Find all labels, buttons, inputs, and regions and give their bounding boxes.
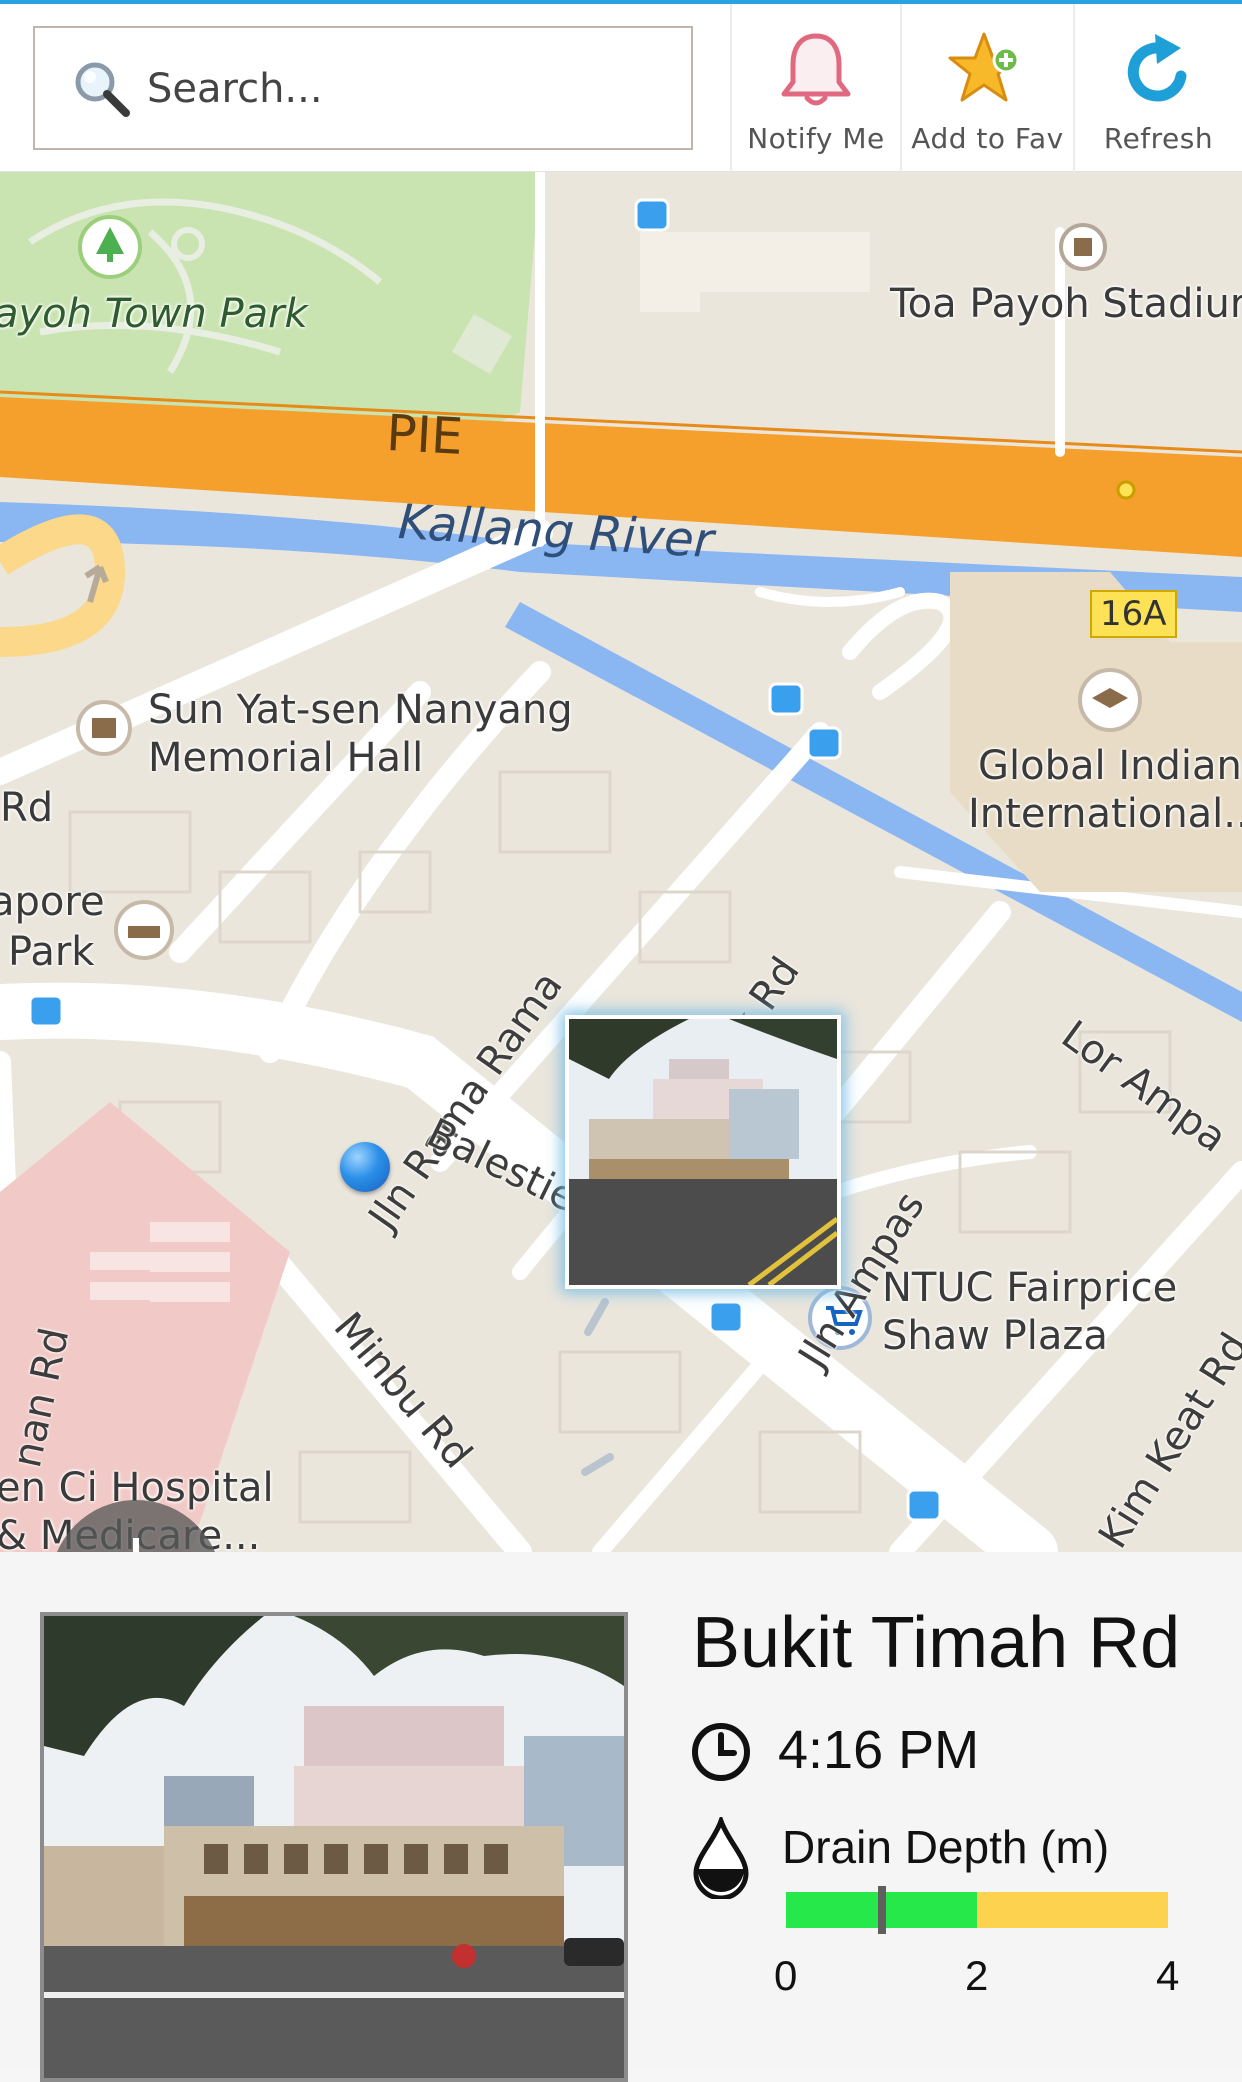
exit-16a-label: 16A — [1090, 590, 1177, 638]
road-name-title: Bukit Timah Rd — [692, 1603, 1181, 1683]
clock-icon — [692, 1723, 750, 1781]
hotel-label-line1: apore — [0, 879, 105, 925]
memorial-label-line1: Sun Yat-sen Nanyang — [148, 687, 573, 733]
depth-tick-2: 2 — [965, 1952, 989, 1999]
timestamp: 4:16 PM — [778, 1720, 980, 1780]
add-to-fav-button[interactable]: Add to Fav — [900, 4, 1073, 172]
search-input[interactable] — [145, 48, 669, 130]
depth-tick-4: 4 — [1156, 1952, 1180, 1999]
camera-thumbnail-marker[interactable] — [565, 1015, 841, 1289]
water-drop-icon — [693, 1817, 749, 1899]
bell-icon — [781, 33, 851, 106]
add-to-fav-label: Add to Fav — [911, 122, 1064, 155]
memorial-label-line2: Memorial Hall — [148, 735, 424, 781]
crosshair-icon — [133, 1538, 139, 1552]
exit-marker-icon — [1116, 480, 1136, 500]
camera-photo[interactable] — [40, 1612, 628, 2082]
map-view[interactable]: ayoh Town Park Toa Payoh Stadiur PIE 16A… — [0, 172, 1242, 1552]
hotel-label-line2: Park — [8, 929, 95, 975]
notify-me-button[interactable]: Notify Me — [730, 4, 900, 172]
pie-label: PIE — [384, 404, 465, 466]
current-location-dot — [340, 1142, 390, 1192]
ntuc-label-line1: NTUC Fairprice — [882, 1265, 1178, 1311]
street-photo — [44, 1616, 624, 2078]
notify-me-label: Notify Me — [747, 122, 885, 155]
top-toolbar: Notify Me Add to Fav Refresh — [0, 0, 1242, 172]
star-plus-icon — [948, 32, 1019, 102]
search-box[interactable] — [33, 26, 693, 150]
depth-tick-0: 0 — [774, 1952, 798, 1999]
refresh-label: Refresh — [1103, 122, 1214, 155]
info-panel: Bukit Timah Rd 4:16 PM Drain Depth (m) 0… — [0, 1552, 1242, 2082]
search-icon — [75, 62, 130, 117]
depth-level-marker — [877, 1886, 886, 1934]
park-label: ayoh Town Park — [0, 291, 308, 337]
street-photo-thumbnail — [569, 1019, 837, 1285]
drain-depth-gauge — [786, 1886, 1168, 1934]
refresh-button[interactable]: Refresh — [1073, 4, 1242, 172]
ntuc-label-line2: Shaw Plaza — [882, 1313, 1108, 1359]
stadium-label: Toa Payoh Stadiur — [890, 281, 1242, 327]
school-label-line2: International... — [968, 791, 1242, 837]
school-label-line1: Global Indian — [978, 743, 1242, 789]
drain-depth-title: Drain Depth (m) — [782, 1821, 1110, 1873]
refresh-icon — [1127, 34, 1186, 102]
road-label-rd: Rd — [0, 785, 54, 831]
